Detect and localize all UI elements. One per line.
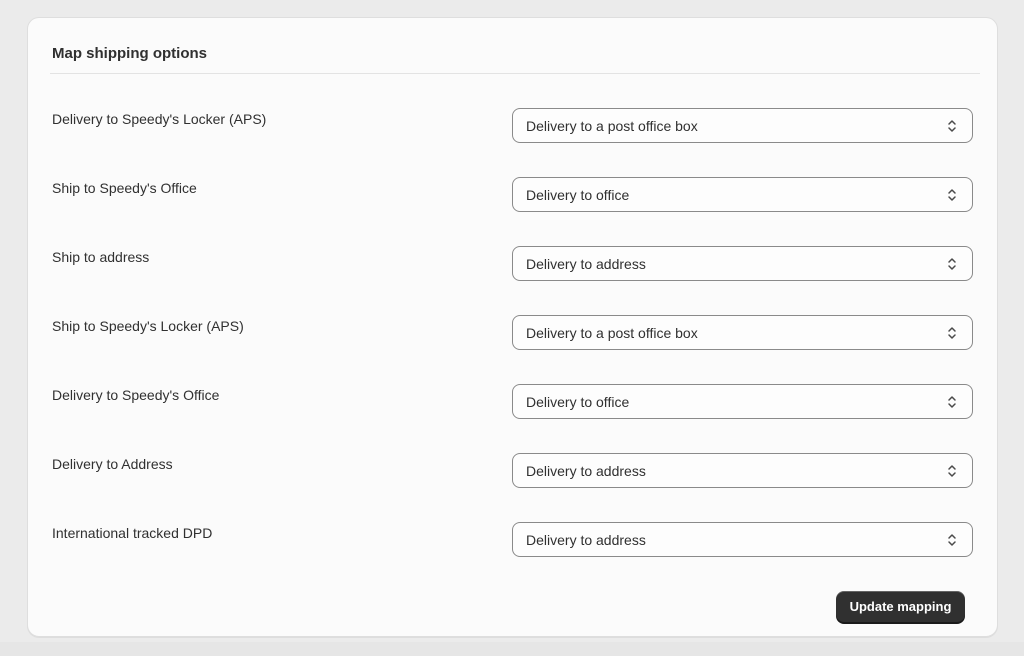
select-chevrons-icon xyxy=(940,390,964,414)
select-value: Delivery to a post office box xyxy=(526,324,698,341)
mapping-row: International tracked DPD Delivery to ad… xyxy=(52,522,974,591)
mapping-row: Ship to address Delivery to address xyxy=(52,246,974,315)
delivery-type-select[interactable]: Delivery to address xyxy=(512,453,973,488)
shipping-option-label: Ship to Speedy's Office xyxy=(52,180,197,196)
header-divider xyxy=(50,73,980,74)
shipping-option-label: International tracked DPD xyxy=(52,525,213,541)
delivery-type-select[interactable]: Delivery to address xyxy=(512,522,973,557)
shipping-option-label: Delivery to Speedy's Locker (APS) xyxy=(52,111,267,127)
select-value: Delivery to address xyxy=(526,462,646,479)
select-chevrons-icon xyxy=(940,183,964,207)
map-shipping-options-card: Map shipping options Delivery to Speedy'… xyxy=(27,17,998,637)
select-chevrons-icon xyxy=(940,252,964,276)
select-value: Delivery to office xyxy=(526,393,630,410)
select-chevrons-icon xyxy=(940,321,964,345)
shipping-option-label: Delivery to Address xyxy=(52,456,173,472)
delivery-type-select[interactable]: Delivery to office xyxy=(512,177,973,212)
page-bottom-edge xyxy=(0,642,1024,656)
select-value: Delivery to address xyxy=(526,531,646,548)
update-mapping-button[interactable]: Update mapping xyxy=(836,591,965,622)
card-title: Map shipping options xyxy=(52,45,207,62)
delivery-type-select[interactable]: Delivery to a post office box xyxy=(512,315,973,350)
mapping-row: Ship to Speedy's Locker (APS) Delivery t… xyxy=(52,315,974,384)
delivery-type-select[interactable]: Delivery to office xyxy=(512,384,973,419)
select-chevrons-icon xyxy=(940,459,964,483)
delivery-type-select[interactable]: Delivery to address xyxy=(512,246,973,281)
select-value: Delivery to a post office box xyxy=(526,117,698,134)
shipping-option-label: Ship to Speedy's Locker (APS) xyxy=(52,318,244,334)
select-chevrons-icon xyxy=(940,114,964,138)
delivery-type-select[interactable]: Delivery to a post office box xyxy=(512,108,973,143)
mapping-row: Ship to Speedy's Office Delivery to offi… xyxy=(52,177,974,246)
select-value: Delivery to office xyxy=(526,186,630,203)
mapping-row: Delivery to Speedy's Locker (APS) Delive… xyxy=(52,108,974,177)
mapping-row: Delivery to Speedy's Office Delivery to … xyxy=(52,384,974,453)
shipping-option-label: Ship to address xyxy=(52,249,150,265)
select-chevrons-icon xyxy=(940,528,964,552)
mapping-row: Delivery to Address Delivery to address xyxy=(52,453,974,522)
shipping-option-label: Delivery to Speedy's Office xyxy=(52,387,220,403)
select-value: Delivery to address xyxy=(526,255,646,272)
mapping-list: Delivery to Speedy's Locker (APS) Delive… xyxy=(52,108,974,591)
